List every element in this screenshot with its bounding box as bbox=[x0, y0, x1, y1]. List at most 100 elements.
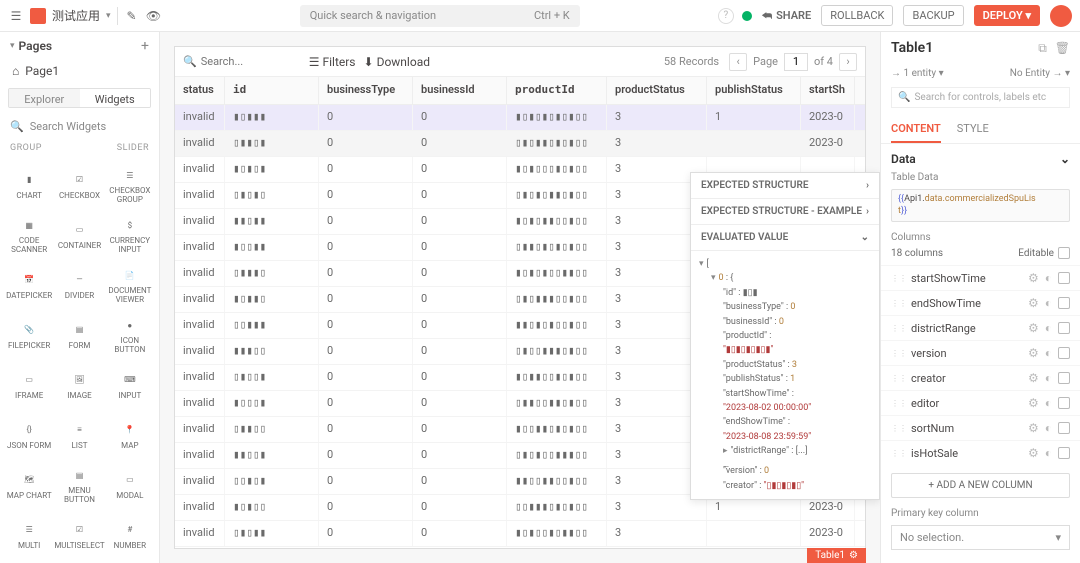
page-item-page1[interactable]: ⌂ Page1 bbox=[0, 60, 159, 82]
widget-input[interactable]: ⌨INPUT bbox=[105, 361, 155, 409]
column-checkbox[interactable] bbox=[1058, 272, 1070, 284]
copy-icon[interactable]: ⧉ bbox=[1038, 41, 1047, 56]
filters-button[interactable]: ☰Filters bbox=[309, 55, 356, 69]
column-row-districtrange[interactable]: ⋮⋮districtRange⚙◐ bbox=[881, 315, 1080, 340]
pager-next[interactable]: › bbox=[839, 53, 857, 71]
widget-container[interactable]: ▭CONTAINER bbox=[54, 211, 104, 259]
backup-button[interactable]: BACKUP bbox=[903, 5, 963, 26]
widget-currency-input[interactable]: $CURRENCY INPUT bbox=[105, 211, 155, 259]
table-search[interactable]: 🔍 bbox=[183, 55, 301, 68]
column-checkbox[interactable] bbox=[1058, 397, 1070, 409]
share-button[interactable]: ⮪ SHARE bbox=[762, 9, 811, 23]
column-checkbox[interactable] bbox=[1058, 347, 1070, 359]
column-checkbox[interactable] bbox=[1058, 297, 1070, 309]
drag-icon[interactable]: ⋮⋮ bbox=[891, 399, 907, 408]
widget-document-viewer[interactable]: 📄DOCUMENT VIEWER bbox=[105, 261, 155, 309]
expected-structure-header[interactable]: EXPECTED STRUCTURE› bbox=[691, 173, 879, 199]
entity-left[interactable]: → 1 entity ▾ bbox=[891, 68, 944, 79]
tab-widgets[interactable]: Widgets bbox=[80, 89, 151, 107]
omnibox[interactable]: Quick search & navigation Ctrl + K bbox=[300, 5, 580, 27]
visibility-icon[interactable]: ◐ bbox=[1045, 321, 1052, 335]
widget-icon-button[interactable]: ●ICON BUTTON bbox=[105, 311, 155, 359]
table-row[interactable]: invalid▯▮▯▮▮00▮▯▮▯▯▮▯▮▮▯▯32023-0 bbox=[175, 521, 865, 547]
table-data-code[interactable]: {{Api1.data.commercializedSpuList}} bbox=[891, 189, 1070, 222]
rollback-button[interactable]: ROLLBACK bbox=[821, 5, 893, 26]
drag-icon[interactable]: ⋮⋮ bbox=[891, 374, 907, 383]
pager-prev[interactable]: ‹ bbox=[729, 53, 747, 71]
deploy-button[interactable]: DEPLOY ▾ bbox=[974, 5, 1040, 26]
visibility-icon[interactable]: ◐ bbox=[1045, 271, 1052, 285]
drag-icon[interactable]: ⋮⋮ bbox=[891, 449, 907, 458]
menu-icon[interactable]: ☰ bbox=[8, 8, 24, 24]
widget-multi[interactable]: ☰MULTI bbox=[4, 511, 54, 559]
column-checkbox[interactable] bbox=[1058, 447, 1070, 459]
edit-icon[interactable]: ✎ bbox=[124, 8, 140, 24]
widget-filepicker[interactable]: 📎FILEPICKER bbox=[4, 311, 54, 359]
pk-select[interactable]: No selection.▾ bbox=[891, 525, 1070, 550]
th-productstatus[interactable]: productStatus bbox=[607, 77, 707, 104]
visibility-icon[interactable]: ◐ bbox=[1045, 421, 1052, 435]
widget-checkbox[interactable]: ☑CHECKBOX bbox=[54, 161, 104, 209]
entity-right[interactable]: No Entity → ▾ bbox=[1010, 68, 1070, 79]
pages-collapse-icon[interactable]: ▾ bbox=[10, 41, 15, 51]
tab-content[interactable]: CONTENT bbox=[891, 116, 941, 143]
widget-map-chart[interactable]: 🗺MAP CHART bbox=[4, 461, 54, 509]
drag-icon[interactable]: ⋮⋮ bbox=[891, 274, 907, 283]
expected-structure-example-header[interactable]: EXPECTED STRUCTURE - EXAMPLE› bbox=[691, 199, 879, 225]
table-search-input[interactable] bbox=[201, 55, 301, 68]
add-page-icon[interactable]: + bbox=[141, 38, 149, 54]
visibility-icon[interactable]: ◐ bbox=[1045, 446, 1052, 460]
widget-multiselect[interactable]: ☑MULTISELECT bbox=[54, 511, 104, 559]
settings-icon[interactable]: ⚙ bbox=[1028, 321, 1039, 335]
delete-icon[interactable]: 🗑 bbox=[1055, 41, 1070, 56]
settings-icon[interactable]: ⚙ bbox=[1028, 421, 1039, 435]
column-row-startshowtime[interactable]: ⋮⋮startShowTime⚙◐ bbox=[881, 265, 1080, 290]
table-row[interactable]: invalid▮▯▮▮▮00▮▯▮▯▮▯▮▯▮▯▯312023-0 bbox=[175, 105, 865, 131]
settings-icon[interactable]: ⚙ bbox=[1028, 446, 1039, 460]
evaluated-value-header[interactable]: EVALUATED VALUE⌄ bbox=[691, 225, 879, 251]
th-businessid[interactable]: businessId bbox=[413, 77, 507, 104]
widget-iframe[interactable]: ▭IFRAME bbox=[4, 361, 54, 409]
settings-icon[interactable]: ⚙ bbox=[1028, 396, 1039, 410]
widget-json-form[interactable]: {}JSON FORM bbox=[4, 411, 54, 459]
column-row-sortnum[interactable]: ⋮⋮sortNum⚙◐ bbox=[881, 415, 1080, 440]
column-row-creator[interactable]: ⋮⋮creator⚙◐ bbox=[881, 365, 1080, 390]
widget-form[interactable]: ▤FORM bbox=[54, 311, 104, 359]
tab-explorer[interactable]: Explorer bbox=[9, 89, 80, 107]
drag-icon[interactable]: ⋮⋮ bbox=[891, 424, 907, 433]
widget-code-scanner[interactable]: ▦CODE SCANNER bbox=[4, 211, 54, 259]
column-checkbox[interactable] bbox=[1058, 372, 1070, 384]
settings-icon[interactable]: ⚙ bbox=[1028, 371, 1039, 385]
editable-checkbox[interactable] bbox=[1058, 247, 1070, 259]
pager-current[interactable] bbox=[784, 53, 808, 71]
help-icon[interactable]: ? bbox=[718, 8, 734, 24]
th-publishstatus[interactable]: publishStatus bbox=[707, 77, 801, 104]
widget-list[interactable]: ≡LIST bbox=[54, 411, 104, 459]
widget-datepicker[interactable]: 📅DATEPICKER bbox=[4, 261, 54, 309]
widget-tag[interactable]: Table1⚙ bbox=[807, 548, 866, 563]
widget-menu-button[interactable]: ▤MENU BUTTON bbox=[54, 461, 104, 509]
property-search[interactable]: 🔍 Search for controls, labels etc bbox=[891, 87, 1070, 108]
visibility-icon[interactable]: ◐ bbox=[1045, 396, 1052, 410]
th-status[interactable]: status bbox=[175, 77, 225, 104]
widget-number[interactable]: #NUMBER bbox=[105, 511, 155, 559]
column-row-ishotsale[interactable]: ⋮⋮isHotSale⚙◐ bbox=[881, 440, 1080, 465]
th-productid[interactable]: productId bbox=[507, 77, 607, 104]
add-column-button[interactable]: + ADD A NEW COLUMN bbox=[891, 473, 1070, 498]
widget-checkbox-group[interactable]: ☰CHECKBOX GROUP bbox=[105, 161, 155, 209]
th-id[interactable]: id bbox=[225, 77, 319, 104]
visibility-icon[interactable]: ◐ bbox=[1045, 346, 1052, 360]
settings-icon[interactable]: ⚙ bbox=[1028, 271, 1039, 285]
section-data[interactable]: Data⌄ bbox=[881, 144, 1080, 170]
settings-icon[interactable]: ⚙ bbox=[1028, 296, 1039, 310]
widget-image[interactable]: 🖼IMAGE bbox=[54, 361, 104, 409]
visibility-icon[interactable]: ◐ bbox=[1045, 296, 1052, 310]
app-dropdown-icon[interactable]: ▾ bbox=[106, 11, 111, 21]
drag-icon[interactable]: ⋮⋮ bbox=[891, 324, 907, 333]
widget-modal[interactable]: ▭MODAL bbox=[105, 461, 155, 509]
download-button[interactable]: ⬇Download bbox=[364, 55, 430, 69]
th-businesstype[interactable]: businessType bbox=[319, 77, 413, 104]
canvas[interactable]: 🔍 ☰Filters ⬇Download 58 Records ‹ Page o… bbox=[160, 32, 880, 563]
column-row-editor[interactable]: ⋮⋮editor⚙◐ bbox=[881, 390, 1080, 415]
tab-style[interactable]: STYLE bbox=[957, 116, 989, 143]
